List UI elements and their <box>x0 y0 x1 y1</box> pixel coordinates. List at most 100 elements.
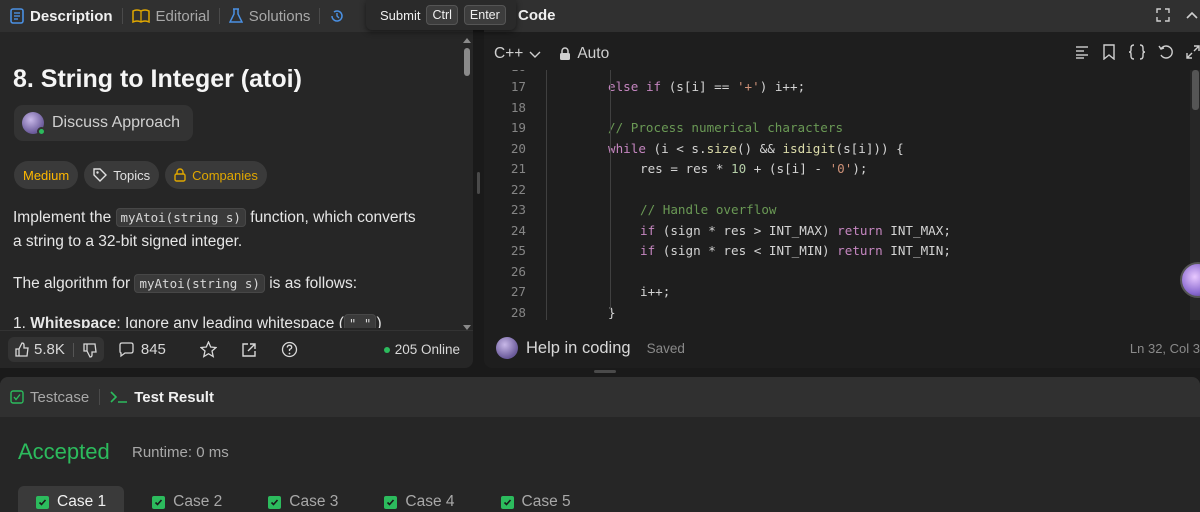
text: Implement the <box>13 209 116 226</box>
line-number: 23 <box>510 202 526 217</box>
saved-status: Saved <box>646 340 685 356</box>
description-content: 8. String to Integer (atoi) Discuss Appr… <box>0 32 462 328</box>
text: ) <box>376 315 382 328</box>
chevron-down-icon <box>529 49 541 59</box>
problem-title: 8. String to Integer (atoi) <box>13 65 302 93</box>
test-case-label: Case 4 <box>405 493 455 510</box>
line-number: 17 <box>510 79 526 94</box>
check-icon <box>268 495 282 509</box>
online-indicator-dot <box>383 346 390 353</box>
scrollbar-thumb[interactable] <box>464 48 470 76</box>
code-line: 22 <box>484 180 1184 200</box>
test-case-tab[interactable]: Case 1 <box>18 486 125 512</box>
code-text: while (i < s.size() && isdigit(s[i])) { <box>608 140 904 156</box>
thumbs-down-icon[interactable] <box>82 342 98 358</box>
test-case-tab[interactable]: Case 2 <box>134 486 240 512</box>
topics-tag[interactable]: Topics <box>84 161 160 189</box>
line-number: 26 <box>510 263 526 279</box>
code-line: 28} <box>484 303 1184 321</box>
difficulty-badge[interactable]: Medium <box>14 161 79 189</box>
comment-icon[interactable] <box>118 341 135 358</box>
tab-description-label: Description <box>30 7 113 25</box>
reset-icon[interactable] <box>1158 44 1174 60</box>
code-line: 19 // Process numerical characters <box>484 118 1184 138</box>
tab-solutions-label: Solutions <box>248 7 311 25</box>
help-in-coding-button[interactable]: Help in coding <box>496 337 631 359</box>
lock-icon <box>559 47 571 61</box>
code-text: // Process numerical characters <box>608 120 844 135</box>
tab-submissions[interactable] <box>329 0 345 32</box>
language-selector[interactable]: C++ <box>494 45 541 63</box>
test-case-tab[interactable]: Case 3 <box>250 486 356 512</box>
problem-tags: Medium Topics Companies <box>14 161 267 189</box>
test-case-tab[interactable]: Case 5 <box>483 486 589 512</box>
line-number: 18 <box>510 99 526 115</box>
result-status: Accepted <box>18 439 110 464</box>
history-icon <box>329 8 345 24</box>
line-number: 21 <box>510 161 526 176</box>
code-editor[interactable]: 16 17 else if (s[i] == '+') i++; 18 19 // Pro… <box>484 70 1188 320</box>
text: a string to a 32-bit signed integer. <box>13 233 243 250</box>
language-label: C++ <box>494 45 524 62</box>
online-status: 205 Online <box>383 342 460 357</box>
inline-code: myAtoi(string s) <box>134 274 265 293</box>
indent-guide <box>546 70 547 320</box>
test-case-label: Case 2 <box>173 493 223 510</box>
tab-solutions[interactable]: Solutions <box>228 0 311 32</box>
tab-editorial[interactable]: Editorial <box>131 0 210 32</box>
test-case-tab[interactable]: Case 4 <box>366 486 472 512</box>
divider <box>72 342 74 357</box>
braces-icon[interactable] <box>1128 44 1146 60</box>
discuss-approach-label: Discuss Approach <box>52 114 181 131</box>
code-line: 25 if (sign * res < INT_MIN) return INT_M… <box>484 241 1184 261</box>
tab-description[interactable]: Description <box>10 0 113 32</box>
description-scrollbar[interactable] <box>462 38 472 330</box>
scrollbar-thumb[interactable] <box>1192 70 1199 110</box>
code-line: 18 <box>484 98 1184 118</box>
tab-divider <box>121 8 123 24</box>
thumbs-up-icon[interactable] <box>14 341 30 358</box>
code-line: 16 <box>484 70 526 77</box>
tab-test-result-label: Test Result <box>134 388 214 406</box>
format-icon[interactable] <box>1074 44 1090 60</box>
test-case-label: Case 5 <box>521 493 571 510</box>
description-paragraph: The algorithm for myAtoi(string s) is as… <box>13 272 453 296</box>
horizontal-resize-handle[interactable] <box>594 370 616 373</box>
tab-testcase[interactable]: Testcase <box>10 389 89 406</box>
editor-toolbar: C++ Auto <box>484 38 1200 70</box>
list-bold-term: Whitespace <box>30 315 117 328</box>
code-text: i++; <box>640 284 671 299</box>
tab-test-result[interactable]: Test Result <box>110 389 214 406</box>
help-icon[interactable] <box>281 341 298 358</box>
action-bar: 5.8K 845 205 Online <box>0 330 473 368</box>
likes-count[interactable]: 5.8K <box>34 341 65 358</box>
chevron-up-icon[interactable] <box>1184 8 1200 24</box>
discuss-approach-button[interactable]: Discuss Approach <box>14 105 193 141</box>
comments-count[interactable]: 845 <box>141 341 166 358</box>
text: is as follows: <box>264 275 358 292</box>
line-number: 19 <box>510 120 526 135</box>
bookmark-icon[interactable] <box>1102 44 1116 60</box>
cursor-position: Ln 32, Col 3 <box>1129 341 1200 356</box>
terminal-icon <box>110 390 128 404</box>
expand-icon[interactable] <box>1156 8 1170 22</box>
code-tab-title[interactable]: Code <box>518 7 556 24</box>
code-text: if (sign * res > INT_MAX) return INT_MAX… <box>640 222 951 238</box>
companies-tag[interactable]: Companies <box>165 161 267 189</box>
list-item: 1. Whitespace: Ignore any leading whites… <box>13 314 382 328</box>
topics-label: Topics <box>113 167 151 183</box>
vertical-resize-handle[interactable] <box>477 172 480 194</box>
code-text: // Handle overflow <box>640 202 777 217</box>
code-line: 21 res = res * 10 + (s[i] - '0'); <box>484 159 1184 179</box>
check-icon <box>384 495 398 509</box>
enter-key: Enter <box>463 5 506 25</box>
maximize-icon[interactable] <box>1186 45 1200 59</box>
check-icon <box>500 495 514 509</box>
share-icon[interactable] <box>241 342 257 358</box>
auto-mode-toggle[interactable]: Auto <box>559 45 609 63</box>
online-count: 205 Online <box>394 342 460 357</box>
avatar <box>22 112 46 136</box>
scroll-up-arrow[interactable] <box>463 38 471 43</box>
tab-divider <box>218 8 220 24</box>
star-icon[interactable] <box>199 341 217 358</box>
